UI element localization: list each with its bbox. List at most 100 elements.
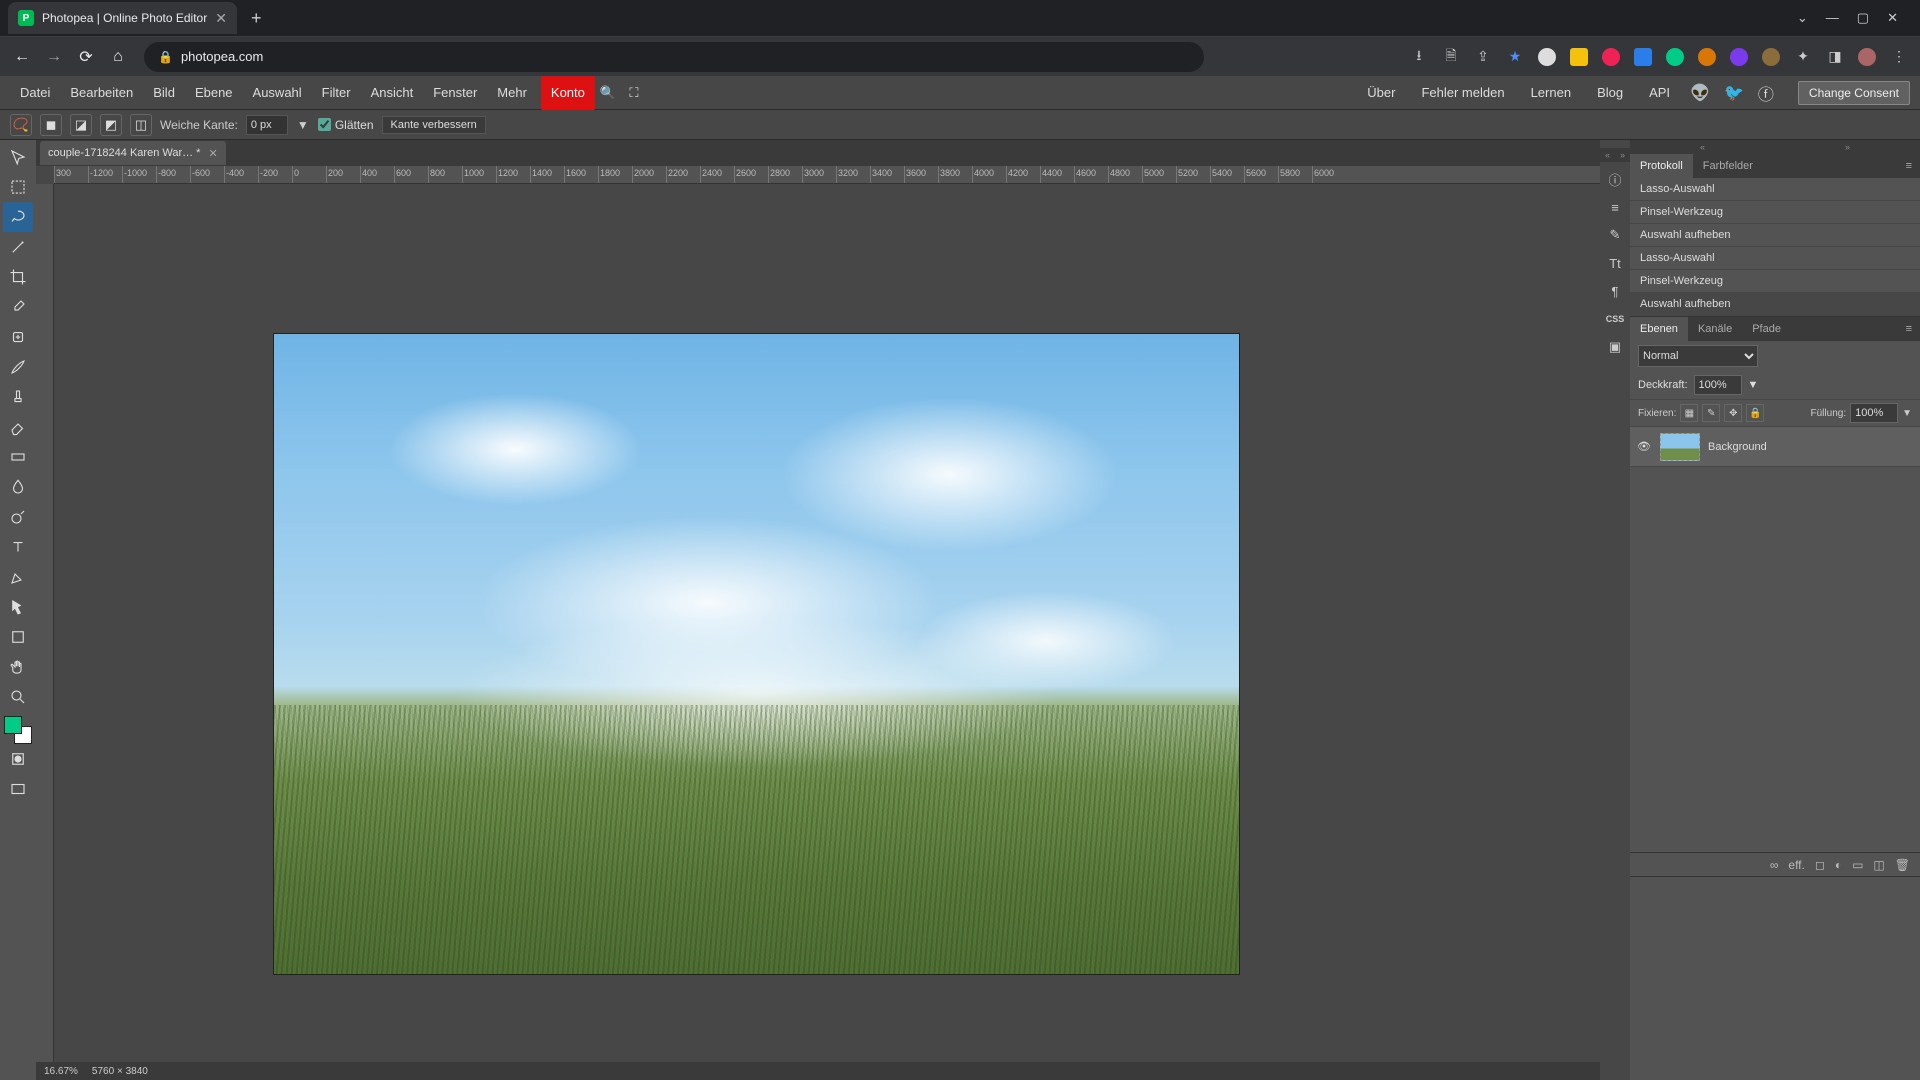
chrome-menu-icon[interactable]: ⋮ xyxy=(1890,48,1908,66)
layers-panel-menu-icon[interactable]: ≡ xyxy=(1898,323,1920,335)
menu-konto[interactable]: Konto xyxy=(541,76,595,110)
window-dropdown-icon[interactable]: ⌄ xyxy=(1797,10,1808,26)
selection-new-icon[interactable]: ◼ xyxy=(40,114,62,136)
wand-tool[interactable] xyxy=(3,232,33,262)
ext-7-icon[interactable] xyxy=(1730,48,1748,66)
layer-name[interactable]: Background xyxy=(1708,441,1767,453)
color-swatches[interactable] xyxy=(4,716,32,744)
blur-tool[interactable] xyxy=(3,472,33,502)
menu-ebene[interactable]: Ebene xyxy=(185,76,243,110)
dock-nav-icon[interactable]: ▣ xyxy=(1604,336,1626,358)
quickmask-tool[interactable] xyxy=(3,744,33,774)
ext-1-icon[interactable] xyxy=(1538,48,1556,66)
fullscreen-icon[interactable]: ⛶ xyxy=(621,80,647,106)
menu-fenster[interactable]: Fenster xyxy=(423,76,487,110)
reader-icon[interactable]: 🗎 xyxy=(1442,48,1460,66)
fx-icon[interactable]: eff. xyxy=(1788,858,1804,872)
image-canvas[interactable] xyxy=(274,334,1239,974)
history-item[interactable]: Lasso-Auswahl xyxy=(1630,178,1920,201)
dodge-tool[interactable] xyxy=(3,502,33,532)
back-button[interactable]: ← xyxy=(12,48,32,66)
dock-props-icon[interactable]: ≡ xyxy=(1604,196,1626,218)
brush-tool[interactable] xyxy=(3,352,33,382)
profile-avatar-icon[interactable] xyxy=(1858,48,1876,66)
blend-mode-select[interactable]: Normal xyxy=(1638,345,1758,367)
link-layers-icon[interactable]: ∞ xyxy=(1770,858,1779,872)
menu-bild[interactable]: Bild xyxy=(143,76,185,110)
ruler-horizontal[interactable]: 300-1200-1000-800-600-400-20002004006008… xyxy=(54,166,1600,184)
ext-6-icon[interactable] xyxy=(1698,48,1716,66)
fill-input[interactable] xyxy=(1850,403,1898,423)
dock-collapse-bar[interactable]: «» xyxy=(1600,148,1630,162)
twitter-icon[interactable]: 🐦 xyxy=(1724,83,1744,103)
zoom-level[interactable]: 16.67% xyxy=(44,1066,78,1077)
dock-char-icon[interactable]: Tt xyxy=(1604,252,1626,274)
canvas-viewport[interactable] xyxy=(54,184,1600,1062)
history-item[interactable]: Lasso-Auswahl xyxy=(1630,247,1920,270)
window-close-icon[interactable]: ✕ xyxy=(1887,10,1898,26)
trash-icon[interactable]: 🗑 xyxy=(1895,858,1910,872)
ruler-vertical[interactable] xyxy=(36,184,54,1062)
feather-dropdown-icon[interactable]: ▼ xyxy=(296,118,310,132)
lasso-tool-icon[interactable]: 📿 xyxy=(10,114,32,136)
new-tab-button[interactable]: + xyxy=(245,8,268,29)
browser-tab[interactable]: P Photopea | Online Photo Editor ✕ xyxy=(8,2,237,34)
dock-css-icon[interactable]: CSS xyxy=(1604,308,1626,330)
tab-close-icon[interactable]: ✕ xyxy=(215,10,227,27)
tab-ebenen[interactable]: Ebenen xyxy=(1630,317,1688,341)
lasso-tool[interactable] xyxy=(3,202,33,232)
forward-button[interactable]: → xyxy=(44,48,64,66)
share-icon[interactable]: ⇪ xyxy=(1474,48,1492,66)
link-blog[interactable]: Blog xyxy=(1591,76,1629,110)
layer-visibility-icon[interactable]: 👁 xyxy=(1636,440,1652,453)
crop-tool[interactable] xyxy=(3,262,33,292)
path-select-tool[interactable] xyxy=(3,592,33,622)
ext-5-icon[interactable] xyxy=(1666,48,1684,66)
foreground-color-swatch[interactable] xyxy=(4,716,22,734)
reddit-icon[interactable]: 👽 xyxy=(1690,83,1710,103)
move-tool[interactable] xyxy=(3,142,33,172)
ext-2-icon[interactable] xyxy=(1570,48,1588,66)
screenmode-tool[interactable] xyxy=(3,774,33,804)
facebook-icon[interactable]: ⓕ xyxy=(1758,81,1774,105)
opacity-dropdown-icon[interactable]: ▼ xyxy=(1748,379,1759,391)
link-lernen[interactable]: Lernen xyxy=(1525,76,1577,110)
home-button[interactable]: ⌂ xyxy=(108,48,128,66)
window-minimize-icon[interactable]: — xyxy=(1826,10,1839,26)
antialias-checkbox-wrap[interactable]: Glätten xyxy=(318,118,374,132)
feather-input[interactable] xyxy=(246,115,288,135)
layer-row[interactable]: 👁 Background xyxy=(1630,427,1920,467)
history-item[interactable]: Pinsel-Werkzeug xyxy=(1630,270,1920,293)
link-ueber[interactable]: Über xyxy=(1361,76,1401,110)
history-panel-menu-icon[interactable]: ≡ xyxy=(1898,160,1920,172)
lock-paint-icon[interactable]: ✎ xyxy=(1702,404,1720,422)
extensions-icon[interactable]: ✦ xyxy=(1794,48,1812,66)
reload-button[interactable]: ⟳ xyxy=(76,47,96,67)
bookmark-icon[interactable]: ★ xyxy=(1506,48,1524,66)
tab-protokoll[interactable]: Protokoll xyxy=(1630,154,1693,178)
layer-thumbnail[interactable] xyxy=(1660,433,1700,461)
menu-filter[interactable]: Filter xyxy=(312,76,361,110)
marquee-tool[interactable] xyxy=(3,172,33,202)
selection-intersect-icon[interactable]: ◫ xyxy=(130,114,152,136)
mask-icon[interactable]: ◻ xyxy=(1815,858,1825,872)
window-maximize-icon[interactable]: ▢ xyxy=(1857,10,1869,26)
shape-tool[interactable] xyxy=(3,622,33,652)
document-tab-close-icon[interactable]: ✕ xyxy=(208,147,217,160)
antialias-checkbox[interactable] xyxy=(318,118,331,131)
menu-auswahl[interactable]: Auswahl xyxy=(243,76,312,110)
gradient-tool[interactable] xyxy=(3,442,33,472)
ext-8-icon[interactable] xyxy=(1762,48,1780,66)
stamp-tool[interactable] xyxy=(3,382,33,412)
heal-tool[interactable] xyxy=(3,322,33,352)
menu-ansicht[interactable]: Ansicht xyxy=(361,76,424,110)
menu-bearbeiten[interactable]: Bearbeiten xyxy=(60,76,143,110)
adjustment-icon[interactable]: ◐ xyxy=(1835,858,1842,872)
link-api[interactable]: API xyxy=(1643,76,1676,110)
dock-para-icon[interactable]: ¶ xyxy=(1604,280,1626,302)
selection-subtract-icon[interactable]: ◩ xyxy=(100,114,122,136)
tab-pfade[interactable]: Pfade xyxy=(1742,317,1791,341)
folder-icon[interactable]: ▭ xyxy=(1852,858,1863,872)
lock-pixels-icon[interactable]: ▦ xyxy=(1680,404,1698,422)
sidepanel-icon[interactable]: ◨ xyxy=(1826,48,1844,66)
